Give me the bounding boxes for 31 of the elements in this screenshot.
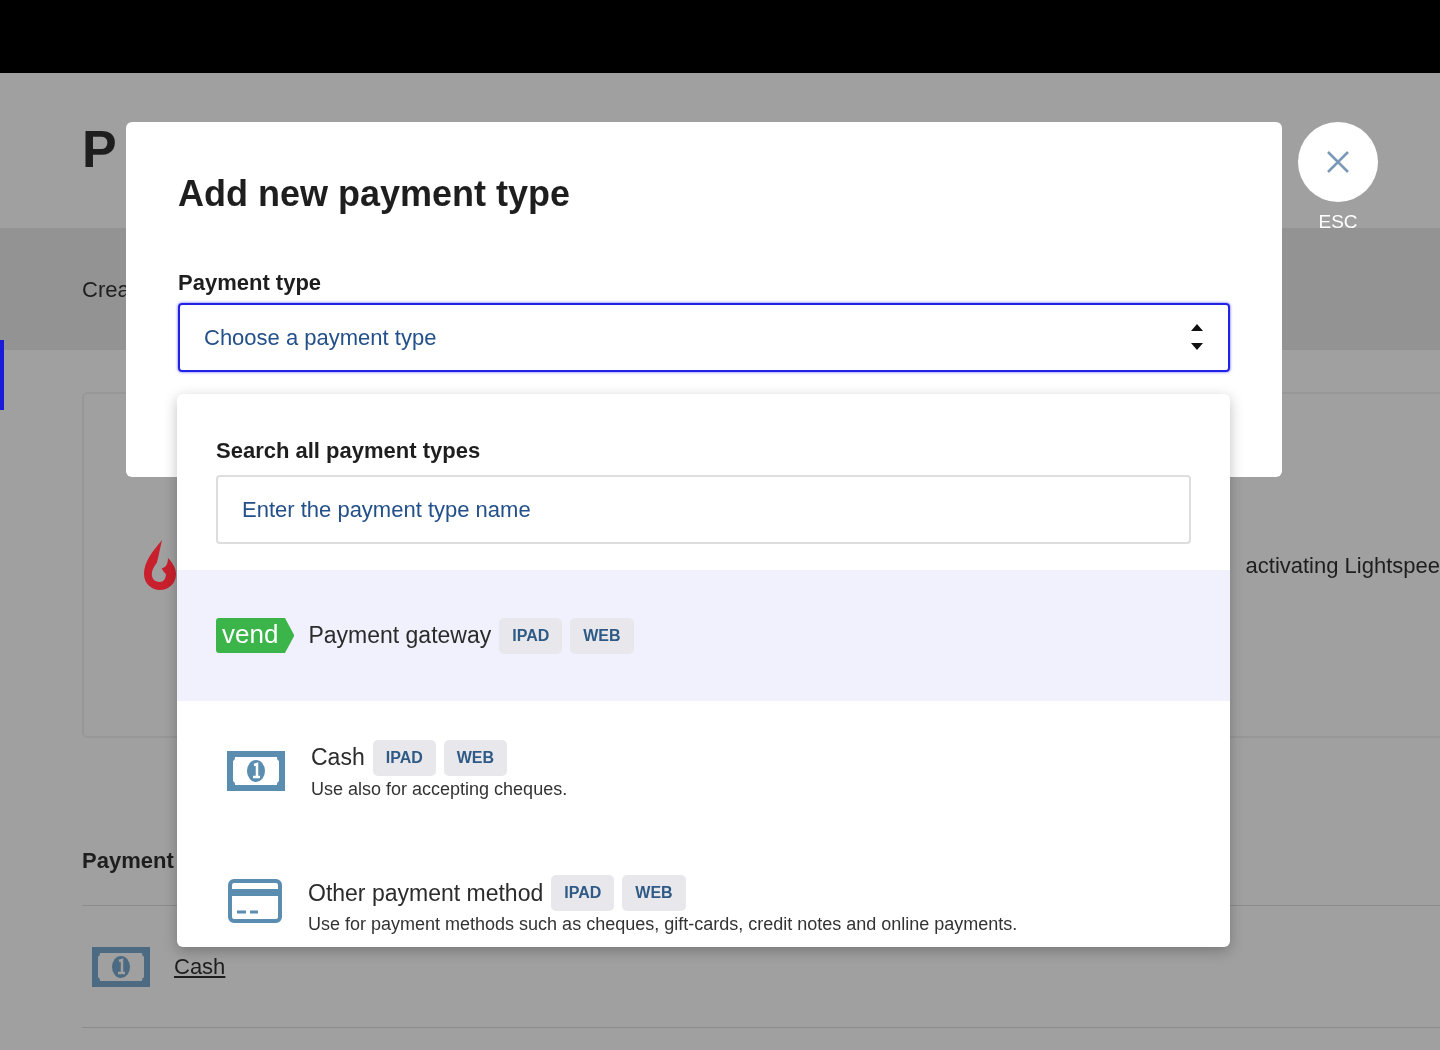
option-description: Use for payment methods such as cheques, gift-cards, credit notes and online payments.	[308, 913, 1018, 936]
banknote-icon	[92, 946, 150, 987]
close-icon	[1326, 150, 1350, 174]
platform-tag: WEB	[570, 617, 634, 654]
platform-tag: WEB	[443, 739, 508, 776]
esc-hint: ESC	[1317, 210, 1359, 234]
option-description: Use also for accepting cheques.	[311, 777, 568, 801]
search-field[interactable]: Enter the payment type name	[216, 475, 1191, 544]
field-label: Payment type	[178, 268, 323, 297]
option-row[interactable]: Other payment method IPAD WEB Use for payment methods such as cheques, gift-cards, credit notes and online payments.	[177, 833, 1230, 947]
page-title: P	[82, 123, 117, 175]
option-row[interactable]: vend Payment gateway IPAD WEB	[177, 570, 1230, 701]
option-name: Other payment method	[308, 878, 544, 908]
platform-tag: IPAD	[551, 875, 615, 911]
card-text: activating Lightspee	[1245, 551, 1440, 580]
platform-tag: IPAD	[372, 739, 436, 776]
modal-title: Add new payment type	[178, 174, 572, 214]
option-row[interactable]: Cash IPAD WEB Use also for accepting cheques.	[177, 701, 1230, 833]
payment-type-select[interactable]: Choose a payment type	[178, 302, 1230, 372]
option-name: Cash	[311, 743, 365, 773]
vend-logo: vend	[216, 618, 295, 653]
flame-logo-icon	[142, 538, 178, 592]
active-indicator	[0, 340, 4, 410]
platform-tag: WEB	[622, 875, 686, 911]
credit-card-icon	[228, 879, 282, 923]
section-heading: Payment	[82, 848, 174, 875]
search-label: Search all payment types	[216, 437, 482, 465]
option-name: Payment gateway	[308, 621, 492, 651]
platform-tag: IPAD	[499, 617, 563, 654]
banknote-icon	[227, 751, 285, 791]
payment-link[interactable]: Cash	[174, 950, 226, 983]
